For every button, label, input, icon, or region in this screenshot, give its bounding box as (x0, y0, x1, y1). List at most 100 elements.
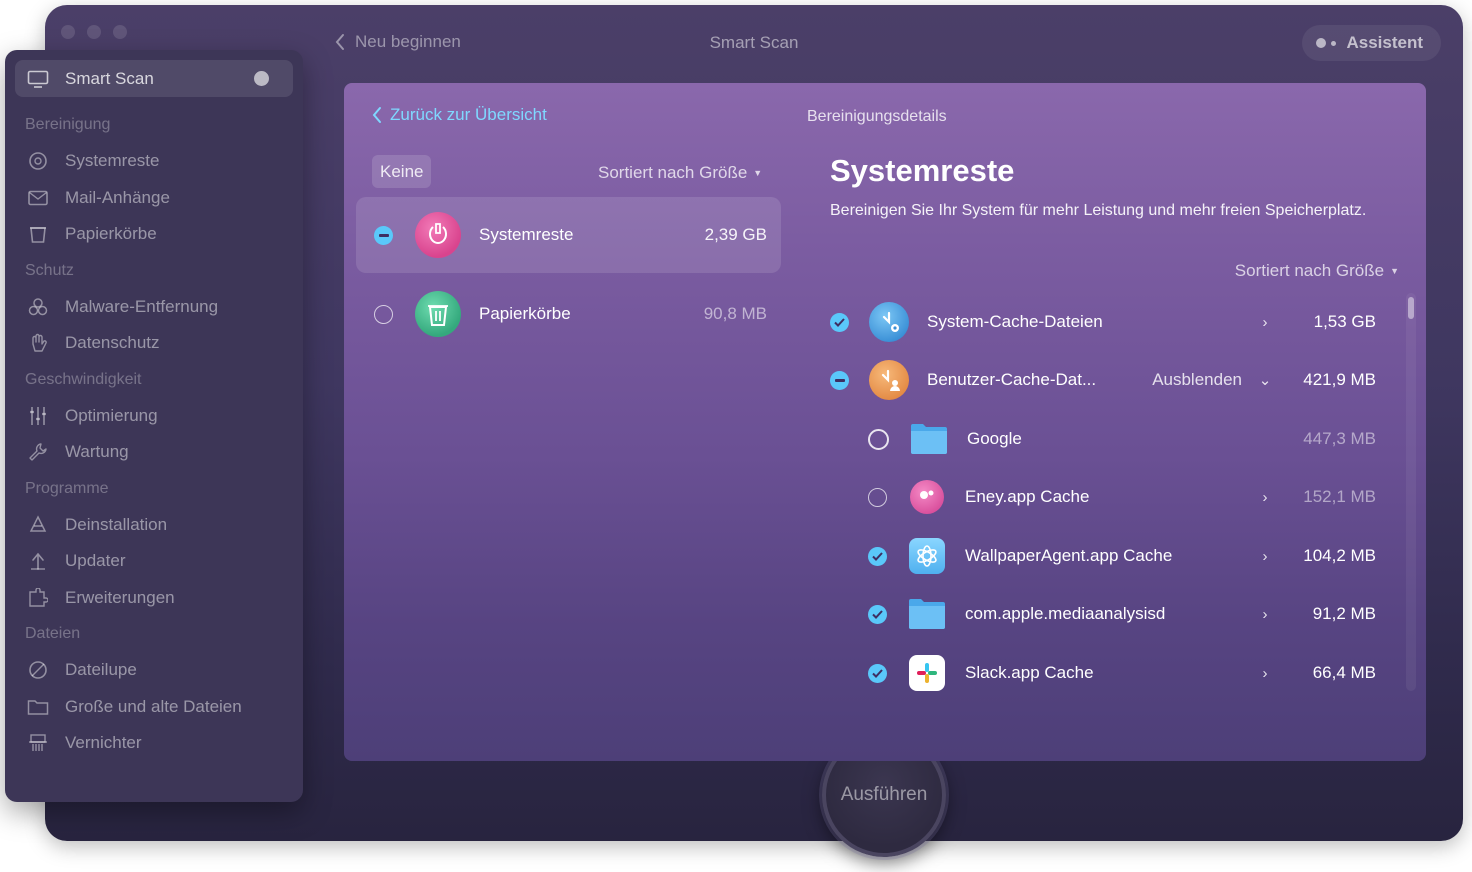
assistant-button[interactable]: Assistent (1302, 25, 1441, 61)
sidebar-item-label: Erweiterungen (65, 587, 175, 607)
sidebar-item-grosse-alte-dateien[interactable]: Große und alte Dateien (5, 689, 303, 726)
sort-dropdown[interactable]: Sortiert nach Größe ▼ (598, 163, 762, 183)
folder-icon (27, 696, 49, 718)
sidebar-item-optimierung[interactable]: Optimierung (5, 398, 303, 435)
item-name: WallpaperAgent.app Cache (965, 546, 1173, 565)
caret-down-icon: ▼ (753, 168, 763, 178)
item-size: 104,2 MB (1303, 546, 1376, 565)
collapse-button[interactable]: Ausblenden (1152, 370, 1242, 390)
lens-icon (27, 659, 49, 681)
scrollbar[interactable] (1406, 293, 1416, 691)
item-name: Slack.app Cache (965, 663, 1094, 682)
item-size: 1,53 GB (1313, 312, 1376, 331)
list-item[interactable]: Slack.app Cache › 66,4 MB (868, 644, 1376, 702)
sidebar-item-systemreste[interactable]: Systemreste (5, 143, 303, 180)
list-item[interactable]: Eney.app Cache › 152,1 MB (868, 468, 1376, 526)
assistant-label: Assistent (1346, 33, 1423, 52)
item-size: 66,4 MB (1312, 663, 1376, 682)
checkbox[interactable] (374, 304, 393, 324)
sidebar-section-header: Dateien (25, 625, 81, 642)
checkbox-checked[interactable] (868, 663, 887, 683)
sidebar-item-papierkoerbe[interactable]: Papierkörbe (5, 216, 303, 253)
item-size: 447,3 MB (1303, 429, 1376, 448)
cleanup-details-panel: Zurück zur Übersicht Bereinigungsdetails… (344, 83, 1426, 761)
chevron-down-icon[interactable]: ⌄ (1254, 371, 1276, 389)
item-size: 91,2 MB (1312, 604, 1376, 623)
sidebar-item-datenschutz[interactable]: Datenschutz (5, 325, 303, 362)
sidebar-section-header: Geschwindigkeit (25, 370, 142, 388)
category-row-systemreste[interactable]: Systemreste 2,39 GB (356, 197, 781, 273)
status-dot (254, 71, 269, 86)
sidebar-item-label: Smart Scan (65, 68, 154, 88)
folder-icon (909, 419, 949, 459)
back-link-label: Zurück zur Übersicht (390, 105, 547, 124)
caret-down-icon: ▼ (1390, 266, 1399, 276)
sidebar-item-label: Updater (65, 551, 126, 571)
item-name: Eney.app Cache (965, 487, 1090, 506)
sidebar-item-smart-scan[interactable]: Smart Scan (15, 60, 293, 97)
checkbox-checked[interactable] (868, 546, 887, 566)
biohazard-icon (27, 296, 49, 318)
sidebar-item-erweiterungen[interactable]: Erweiterungen (5, 580, 303, 617)
list-item[interactable]: Benutzer-Cache-Dat... Ausblenden ⌄ 421,9… (830, 351, 1376, 409)
chevron-left-icon (372, 107, 381, 123)
sidebar-item-label: Optimierung (65, 405, 158, 425)
checkbox[interactable] (868, 487, 887, 507)
envelope-icon (27, 187, 49, 209)
sidebar-item-vernichter[interactable]: Vernichter (5, 725, 303, 762)
chevron-right-icon[interactable]: › (1254, 489, 1276, 506)
partial-check[interactable] (374, 225, 393, 245)
category-size: 90,8 MB (703, 304, 767, 323)
category-size: 2,39 GB (704, 225, 767, 244)
detail-title: Systemreste (830, 153, 1015, 188)
sidebar-section-header: Programme (25, 479, 109, 497)
list-item[interactable]: WallpaperAgent.app Cache › 104,2 MB (868, 527, 1376, 585)
sidebar-item-label: Mail-Anhänge (65, 187, 170, 207)
back-to-overview-link[interactable]: Zurück zur Übersicht (372, 105, 547, 125)
detail-sort-dropdown[interactable]: Sortiert nach Größe ▼ (1235, 261, 1399, 281)
list-item[interactable]: Google 447,3 MB (868, 410, 1376, 468)
sidebar-item-label: Malware-Entfernung (65, 296, 219, 316)
chevron-right-icon[interactable]: › (1254, 314, 1276, 331)
category-row-papierkoerbe[interactable]: Papierkörbe 90,8 MB (356, 276, 781, 352)
sidebar-item-wartung[interactable]: Wartung (5, 434, 303, 471)
sidebar-item-label: Datenschutz (65, 333, 160, 353)
sidebar-section-header: Bereinigung (25, 116, 111, 133)
scrollbar-thumb[interactable] (1408, 297, 1414, 319)
user-cache-icon (869, 360, 909, 400)
list-item[interactable]: com.apple.mediaanalysisd › 91,2 MB (868, 585, 1376, 643)
shredder-icon (27, 732, 49, 754)
checkbox-checked[interactable] (868, 604, 887, 624)
detail-subtitle: Bereinigen Sie Ihr System für mehr Leist… (830, 202, 1367, 219)
sidebar-item-label: Papierkörbe (65, 224, 157, 244)
slack-icon (909, 655, 945, 691)
list-item[interactable]: System-Cache-Dateien › 1,53 GB (830, 293, 1376, 351)
sidebar-item-updater[interactable]: Updater (5, 543, 303, 580)
checkbox-checked[interactable] (830, 312, 849, 332)
trash-bin-icon (415, 291, 461, 337)
sliders-icon (27, 405, 49, 427)
sidebar-item-label: Deinstallation (65, 514, 168, 534)
checkbox[interactable] (868, 428, 889, 450)
item-name: System-Cache-Dateien (927, 312, 1103, 331)
sidebar-item-label: Wartung (65, 442, 129, 462)
chevron-right-icon[interactable]: › (1254, 665, 1276, 682)
select-none-button[interactable]: Keine (372, 155, 432, 188)
trash-icon (27, 223, 49, 245)
item-name: Benutzer-Cache-Dat... (927, 370, 1097, 389)
extension-icon (27, 587, 49, 609)
eney-app-icon (910, 480, 944, 514)
wrench-icon (27, 441, 49, 463)
sidebar-item-label: Systemreste (65, 151, 160, 171)
sidebar-item-malware[interactable]: Malware-Entfernung (5, 289, 303, 326)
partial-check[interactable] (830, 370, 849, 390)
sidebar-item-deinstallation[interactable]: Deinstallation (5, 507, 303, 544)
chevron-right-icon[interactable]: › (1254, 548, 1276, 565)
sidebar-item-dateilupe[interactable]: Dateilupe (5, 652, 303, 689)
category-name: Papierkörbe (479, 304, 571, 323)
apps-icon (27, 514, 49, 536)
chevron-right-icon[interactable]: › (1254, 606, 1276, 623)
sidebar-item-mail-anhaenge[interactable]: Mail-Anhänge (5, 180, 303, 217)
assistant-dots-icon (1316, 38, 1337, 48)
sort-label: Sortiert nach Größe (598, 163, 748, 182)
